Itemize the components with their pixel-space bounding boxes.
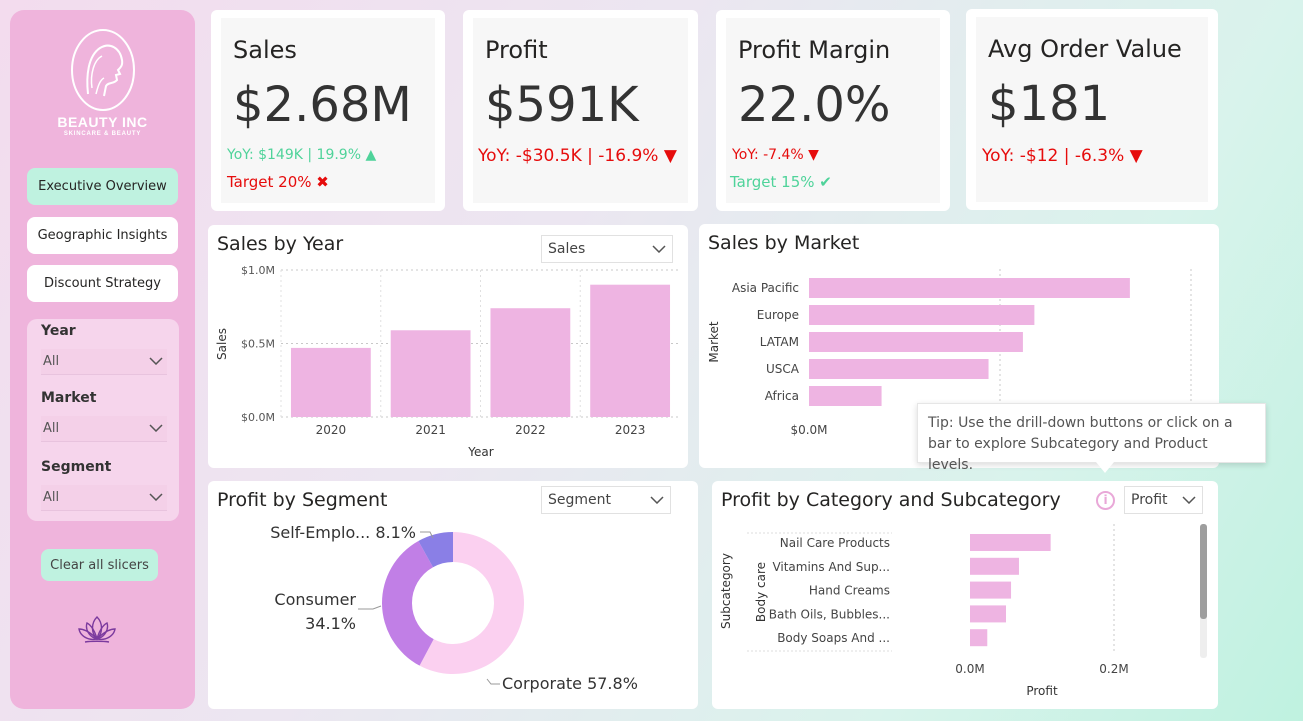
y-tick-label: Body Soaps And ... [777, 631, 890, 645]
scroll-thumb[interactable] [1200, 524, 1207, 619]
bar-subcategory[interactable] [970, 557, 1019, 575]
nav-discount-strategy[interactable]: Discount Strategy [27, 265, 178, 302]
kpi-yoy: YoY: -$30.5K | -16.9% ▼ [478, 146, 677, 166]
scrollbar[interactable] [1200, 524, 1207, 658]
kpi-yoy: YoY: -$12 | -6.3% ▼ [982, 146, 1143, 166]
kpi-title: Profit [485, 36, 548, 64]
bar-LATAM[interactable] [809, 332, 1023, 352]
x-tick-label: 2023 [615, 423, 646, 437]
bar-USCA[interactable] [809, 359, 989, 379]
bar-2021[interactable] [390, 330, 471, 417]
brand-logo: BEAUTY INC SKINCARE & BEAUTY [10, 28, 195, 137]
slicer-segment-value: All [43, 490, 60, 505]
kpi-target: Target 15% ✔ [730, 173, 832, 191]
slicer-year-value: All [43, 354, 60, 369]
slicer-year-dropdown[interactable]: All [41, 349, 167, 375]
sidebar: BEAUTY INC SKINCARE & BEAUTY Executive O… [10, 10, 195, 709]
kpi-target: Target 20% ✖ [227, 173, 329, 191]
slicer-market-title: Market [41, 390, 97, 406]
bar-subcategory[interactable] [970, 605, 1006, 623]
x-tick-label: $0.0M [790, 423, 827, 437]
bar-2022[interactable] [490, 308, 571, 417]
brand-tagline: SKINCARE & BEAUTY [63, 131, 142, 137]
slicer-panel: Year All Market All Segment All [27, 319, 179, 521]
profit-by-category-chart: Profit Subcategory Body care Nail Care P… [719, 524, 1129, 698]
info-icon[interactable]: i [1096, 491, 1115, 510]
y-tick-label: $0.5M [241, 338, 275, 351]
sales-by-year-chart: Year Sales $0.0M $0.5M $1.0M 2020 2021 2022 20… [215, 264, 680, 459]
kpi-card-avg-order-value: Avg Order Value $181 YoY: -$12 | -6.3% ▼ [966, 9, 1218, 210]
drill-down-tooltip: Tip: Use the drill-down buttons or click… [917, 403, 1266, 473]
y-tick-label: $0.0M [241, 411, 275, 424]
leader-line [358, 605, 382, 610]
y-tick-label: Asia Pacific [732, 281, 799, 295]
y-tick-label: Europe [757, 308, 799, 322]
y-tick-label: Africa [765, 389, 799, 403]
y-tick-label: Bath Oils, Bubbles... [769, 607, 890, 621]
slice-label-self-employed: Self-Emplo... 8.1% [270, 523, 416, 542]
y-tick-label: Vitamins And Sup... [772, 560, 890, 574]
y-tick-label: USCA [766, 362, 800, 376]
y-tick-label: LATAM [760, 335, 799, 349]
bar-subcategory[interactable] [970, 581, 1012, 599]
kpi-title: Sales [233, 36, 297, 64]
x-axis-title: Year [467, 445, 493, 459]
x-axis-title: Profit [1026, 684, 1058, 698]
x-tick-label: 2021 [415, 423, 446, 437]
slicer-market-value: All [43, 421, 60, 436]
y-tick-label: Hand Creams [809, 584, 890, 598]
kpi-title: Avg Order Value [988, 35, 1182, 63]
slice-consumer[interactable] [382, 540, 434, 666]
slicer-segment-title: Segment [41, 459, 112, 475]
tooltip-arrow [1096, 462, 1114, 473]
clear-slicers-button[interactable]: Clear all slicers [41, 549, 158, 581]
group-label: Body care [754, 562, 768, 622]
chevron-down-icon [149, 424, 163, 432]
nav-geographic-insights[interactable]: Geographic Insights [27, 217, 178, 254]
slicer-market-dropdown[interactable]: All [41, 416, 167, 442]
y-axis-title: Subcategory [719, 553, 733, 629]
bar-subcategory[interactable] [970, 534, 1051, 551]
kpi-card-profit: Profit $591K YoY: -$30.5K | -16.9% ▼ [463, 10, 698, 211]
bar-Europe[interactable] [809, 305, 1035, 325]
bar-subcategory[interactable] [970, 629, 988, 647]
profit-by-segment-panel: Profit by Segment Segment Corporate 57.8… [208, 481, 698, 709]
slice-label-corporate: Corporate 57.8% [502, 674, 638, 693]
kpi-title: Profit Margin [738, 36, 891, 64]
kpi-yoy: YoY: -7.4% ▼ [732, 147, 819, 163]
profit-by-segment-chart: Corporate 57.8% Consumer 34.1% Self-Emplo..… [270, 523, 638, 693]
y-tick-label: Nail Care Products [780, 536, 890, 550]
x-tick-label: 2020 [316, 423, 347, 437]
y-axis-title: Sales [215, 328, 229, 360]
bar-Africa[interactable] [809, 386, 882, 406]
chevron-down-icon [149, 493, 163, 501]
kpi-value: $181 [988, 76, 1111, 132]
slice-label-consumer: Consumer [274, 590, 356, 609]
bar-2023[interactable] [590, 284, 671, 417]
bar-2020[interactable] [290, 347, 371, 417]
kpi-card-sales: Sales $2.68M YoY: $149K | 19.9% ▲ Target… [211, 10, 445, 211]
kpi-value: 22.0% [738, 77, 891, 133]
kpi-value: $591K [485, 77, 639, 133]
slice-label-consumer-pct: 34.1% [305, 614, 356, 633]
kpi-value: $2.68M [233, 77, 412, 133]
x-tick-label: 0.2M [1099, 662, 1128, 676]
slicer-segment-dropdown[interactable]: All [41, 485, 167, 511]
y-axis-title: Market [707, 321, 721, 363]
leader-line [486, 678, 500, 685]
brand-name: BEAUTY INC [57, 114, 148, 130]
x-tick-label: 0.0M [955, 662, 984, 676]
nav-executive-overview[interactable]: Executive Overview [27, 168, 178, 205]
y-tick-label: $1.0M [241, 264, 275, 277]
woman-profile-icon [70, 29, 135, 111]
chevron-down-icon [149, 357, 163, 365]
profit-by-category-panel: Profit by Category and Subcategory Profi… [712, 481, 1218, 709]
sales-by-year-panel: Sales by Year Sales Year Sales $0.0M $0.5… [208, 225, 688, 468]
kpi-yoy: YoY: $149K | 19.9% ▲ [227, 147, 377, 163]
x-tick-label: 2022 [515, 423, 546, 437]
slicer-year-title: Year [41, 323, 76, 339]
lotus-icon [78, 616, 116, 643]
kpi-card-profit-margin: Profit Margin 22.0% YoY: -7.4% ▼ Target … [716, 10, 950, 211]
bar-Asia Pacific[interactable] [809, 278, 1130, 298]
